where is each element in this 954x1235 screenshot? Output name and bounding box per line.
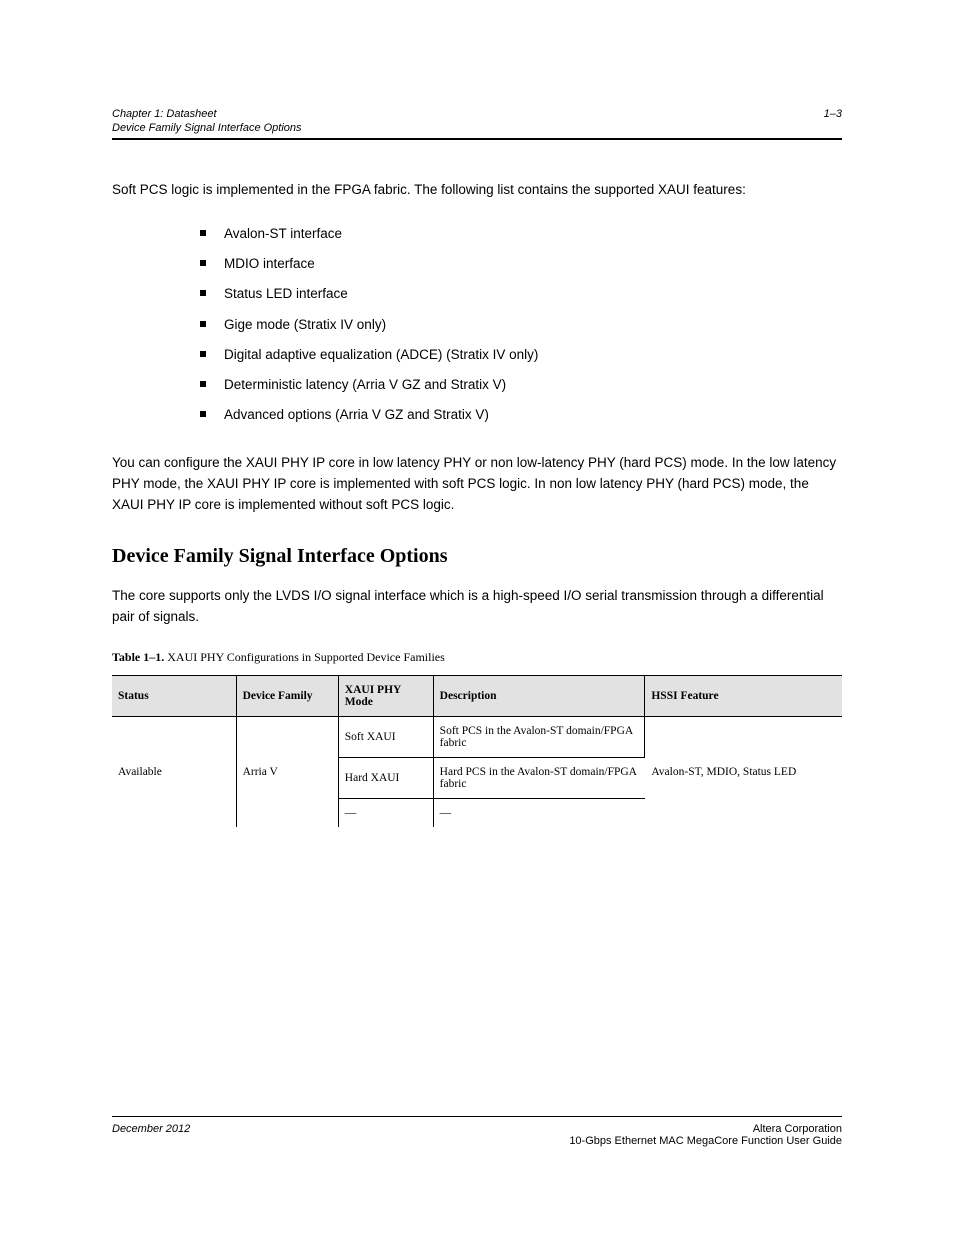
list-item: Advanced options (Arria V GZ and Stratix…: [200, 400, 842, 430]
footer-product: 10-Gbps Ethernet MAC MegaCore Function U…: [569, 1135, 842, 1147]
col-xaui: XAUI PHY Mode: [338, 676, 433, 717]
cell-hssi: Avalon-ST, MDIO, Status LED: [645, 717, 842, 828]
section-heading: Device Family Signal Interface Options: [112, 545, 842, 568]
list-item: Deterministic latency (Arria V GZ and St…: [200, 370, 842, 400]
cell-device: Arria V: [236, 717, 338, 828]
header-section: Chapter 1: Datasheet: [112, 108, 217, 120]
list-item: Digital adaptive equalization (ADCE) (St…: [200, 340, 842, 370]
col-status: Status: [112, 676, 236, 717]
cell-mode: Soft XAUI: [338, 717, 433, 758]
table-row: Available Arria V Soft XAUI Soft PCS in …: [112, 717, 842, 758]
table-caption: Table 1–1. XAUI PHY Configurations in Su…: [112, 650, 842, 665]
list-item: Avalon-ST interface: [200, 219, 842, 249]
lowlatency-paragraph: You can configure the XAUI PHY IP core i…: [112, 453, 842, 516]
page-body: Soft PCS logic is implemented in the FPG…: [112, 180, 842, 827]
list-item: Gige mode (Stratix IV only): [200, 310, 842, 340]
config-table: Status Device Family XAUI PHY Mode Descr…: [112, 675, 842, 827]
cell-desc: —: [433, 799, 645, 828]
cell-status: Available: [112, 717, 236, 828]
cell-desc: Soft PCS in the Avalon-ST domain/FPGA fa…: [433, 717, 645, 758]
table-caption-text: XAUI PHY Configurations in Supported Dev…: [167, 650, 445, 664]
cell-mode: —: [338, 799, 433, 828]
header-rule: [112, 138, 842, 140]
list-item: MDIO interface: [200, 249, 842, 279]
list-item: Status LED interface: [200, 279, 842, 309]
footer-date: December 2012: [112, 1123, 190, 1135]
feature-list: Avalon-ST interface MDIO interface Statu…: [200, 219, 842, 431]
cell-mode: Hard XAUI: [338, 758, 433, 799]
table-caption-label: Table 1–1.: [112, 650, 164, 664]
table-header-row: Status Device Family XAUI PHY Mode Descr…: [112, 676, 842, 717]
header-subsection: Device Family Signal Interface Options: [112, 122, 842, 134]
col-hssi: HSSI Feature: [645, 676, 842, 717]
page-footer: December 2012 Altera Corporation 10-Gbps…: [112, 1123, 842, 1147]
col-desc: Description: [433, 676, 645, 717]
header-page-num: 1–3: [824, 108, 842, 120]
col-device: Device Family: [236, 676, 338, 717]
footer-company: Altera Corporation: [569, 1123, 842, 1135]
footer-right: Altera Corporation 10-Gbps Ethernet MAC …: [569, 1123, 842, 1147]
footer-left: December 2012: [112, 1123, 190, 1135]
page-header: Chapter 1: Datasheet 1–3 Device Family S…: [112, 108, 842, 134]
cell-desc: Hard PCS in the Avalon-ST domain/FPGA fa…: [433, 758, 645, 799]
page: Chapter 1: Datasheet 1–3 Device Family S…: [0, 0, 954, 1235]
footer-rule: [112, 1116, 842, 1117]
signal-paragraph: The core supports only the LVDS I/O sign…: [112, 586, 842, 628]
intro-paragraph: Soft PCS logic is implemented in the FPG…: [112, 180, 842, 201]
